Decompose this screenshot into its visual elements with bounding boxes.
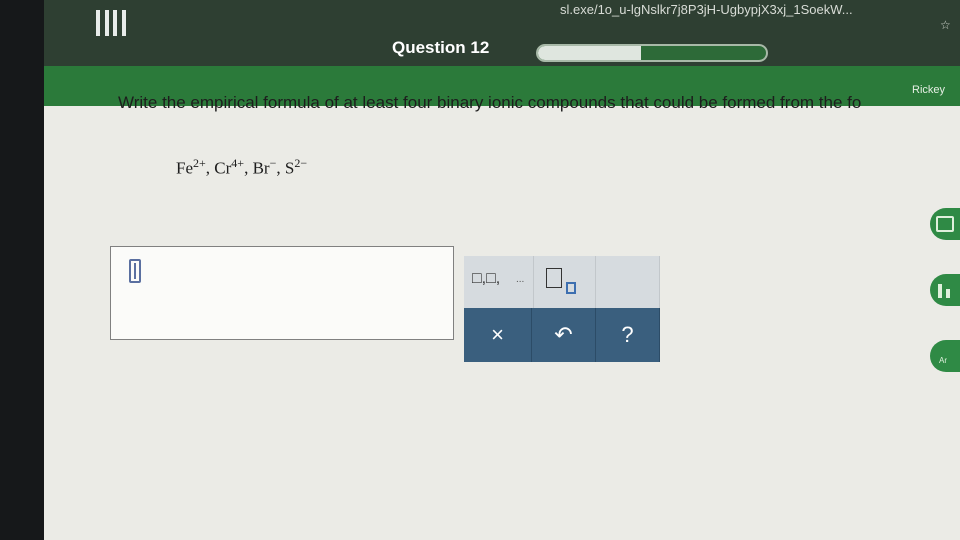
help-button[interactable]: ? <box>596 308 660 362</box>
progress-bar <box>536 44 768 62</box>
ion-charge: 2+ <box>193 156 206 170</box>
ion-symbol: S <box>284 158 295 178</box>
calculator-icon <box>936 216 954 232</box>
calculator-button[interactable] <box>930 208 960 240</box>
bookmark-star-icon[interactable]: ☆ <box>940 18 951 32</box>
subscript-box-icon <box>566 282 576 294</box>
undo-button[interactable]: ↶ <box>532 308 596 362</box>
action-bar: × ↶ ? <box>464 308 660 362</box>
ion-list: Fe2+, Cr4+, Br−, S2− <box>176 156 308 178</box>
template-toolbar: □,□, ... <box>464 256 660 308</box>
screen-bezel <box>0 0 44 540</box>
answer-input[interactable] <box>110 246 454 340</box>
question-number: Question 12 <box>392 38 490 57</box>
ion-charge: 2− <box>294 156 308 170</box>
address-bar-url[interactable]: sl.exe/1o_u-lgNslkr7j8P3jH-UgbypjX3xj_1S… <box>560 2 940 17</box>
subscript-template-button[interactable] <box>534 256 596 308</box>
toolbar-empty-slot <box>596 256 660 308</box>
ion-symbol: Fe <box>176 158 193 178</box>
periodic-table-label: Ar <box>939 356 947 365</box>
data-button[interactable] <box>930 274 960 306</box>
list-dots: ... <box>516 274 525 285</box>
hamburger-menu-icon[interactable] <box>96 10 126 36</box>
bar-chart-icon <box>936 282 954 298</box>
ion-charge: − <box>269 156 277 170</box>
question-prompt: Write the empirical formula of at least … <box>118 93 862 112</box>
list-template-button[interactable]: □,□, ... <box>464 256 534 308</box>
ion-symbol: Cr <box>214 158 232 178</box>
ion-charge: 4+ <box>231 156 245 170</box>
periodic-table-button[interactable]: Ar <box>930 340 960 372</box>
subscript-template-icon <box>546 268 562 288</box>
list-template-icon: □,□, <box>472 270 501 287</box>
clear-button[interactable]: × <box>464 308 532 362</box>
progress-fill <box>538 46 641 60</box>
ion-symbol: Br <box>252 158 270 178</box>
text-cursor-icon <box>129 259 141 283</box>
